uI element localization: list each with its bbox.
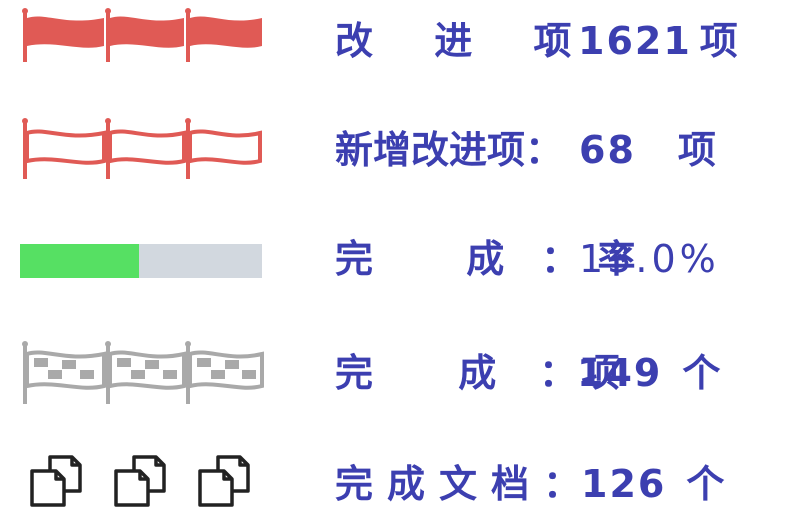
row-value: 68 — [579, 128, 636, 172]
row-unit: 项 — [677, 128, 716, 172]
row-value: 149 — [577, 351, 663, 395]
row-completed-documents: 完成文档：126 个 — [0, 441, 805, 531]
row-key: 完成文档 — [335, 462, 544, 506]
row-key: 完 成 率 — [335, 237, 676, 281]
outline-red-flag-icons — [20, 107, 265, 197]
row-improvement-items: 改 进 项：1621 项 — [0, 0, 805, 88]
row-key: 新增改进项 — [335, 128, 526, 172]
row-unit: 项 — [699, 19, 738, 63]
completed-items-label: 完 成 项：149 个 — [335, 348, 720, 398]
row-value: 13.0% — [579, 237, 720, 281]
checkered-flag-icons — [20, 330, 265, 420]
solid-red-flag-icon — [22, 8, 262, 62]
improvement-items-label: 改 进 项：1621 项 — [335, 16, 738, 66]
checkered-flag-icon — [22, 341, 264, 404]
row-completed-items: 完 成 项：149 个 — [0, 330, 805, 420]
row-new-improvement-items: 新增改进项： 68 项 — [0, 107, 805, 197]
row-completion-rate: 完 成 率：13.0% — [0, 216, 805, 306]
completion-rate-label: 完 成 率：13.0% — [335, 234, 720, 284]
row-unit: 个 — [682, 351, 721, 395]
outline-red-flag-icon — [22, 118, 262, 179]
completion-progress-bar — [20, 244, 262, 278]
completed-documents-label: 完成文档：126 个 — [335, 459, 724, 509]
new-improvement-items-label: 新增改进项： 68 项 — [335, 125, 716, 175]
row-key: 完 成 项 — [335, 351, 656, 395]
row-value: 126 — [581, 462, 667, 506]
progress-fill — [20, 244, 139, 278]
document-stack-icon — [30, 455, 250, 507]
row-sep: ： — [540, 19, 579, 63]
row-key: 改 进 项 — [335, 19, 596, 63]
row-sep: ： — [541, 237, 580, 281]
row-value: 1621 — [578, 19, 692, 63]
row-unit: 个 — [686, 462, 725, 506]
document-stack-icons — [20, 441, 265, 531]
row-sep: ： — [543, 462, 582, 506]
row-sep: ： — [539, 351, 578, 395]
row-sep: ： — [525, 128, 564, 172]
solid-red-flag-icons — [20, 0, 265, 88]
